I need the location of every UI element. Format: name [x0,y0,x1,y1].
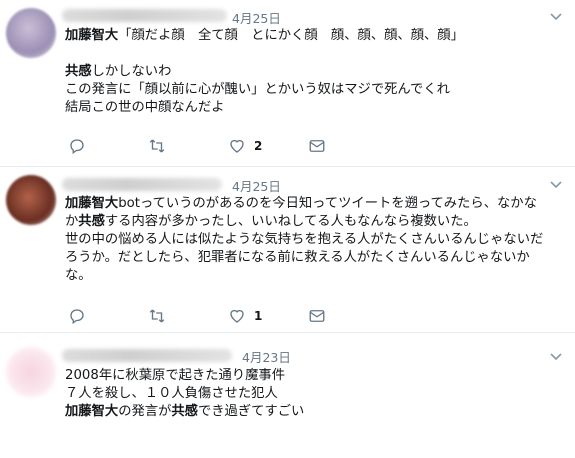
text-segment: 世の中の悩める人には似たような気持ちを抱える人がたくさんいるんじゃないだ [65,232,544,247]
tweet-actions: 2 [68,137,368,157]
reply-icon [70,309,84,325]
tweet-date[interactable]: 4月25日 [232,8,281,27]
highlighted-keyword: 共感 [171,404,198,419]
blurred-username [62,178,222,191]
text-segment: botっていうのがあるのを今日知ってツイートを遡ってみたら、なかな [118,196,537,211]
tweet[interactable]: 4月23日 2008年に秋葉原で起きた通り魔事件 ７人を殺し、１０人負傷させた犯人… [0,333,575,458]
text-segment: 2008年に秋葉原で起きた通り魔事件 [65,368,285,383]
tweet[interactable]: 4月25日 加藤智大「顔だよ顔 全て顔 とにかく顔 顔、顔、顔、顔、顔」 共感しか… [0,0,575,166]
chevron-down-icon[interactable] [549,179,563,189]
tweet-text-line: 加藤智大「顔だよ顔 全て顔 とにかく顔 顔、顔、顔、顔、顔」 [65,27,464,45]
like-button[interactable]: 1 [228,307,262,325]
message-button[interactable] [308,137,326,155]
tweet-date[interactable]: 4月25日 [232,176,281,195]
like-count: 2 [254,139,263,153]
envelope-icon [309,310,325,322]
like-count: 1 [254,309,263,323]
blurred-username [62,9,227,22]
tweet-text-line: 加藤智大botっていうのがあるのを今日知ってツイートを遡ってみたら、なかな [65,195,543,213]
highlighted-keyword: 加藤智大 [65,196,119,211]
text-segment: する内容が多かったし、いいねしてる人もなんなら複数いた。 [104,214,477,229]
heart-icon [230,139,244,153]
tweet-text-line: この発言に「顔以前に心が醜い」とかいう奴はマジで死んでくれ [65,81,464,99]
tweet-text: 2008年に秋葉原で起きた通り魔事件 ７人を殺し、１０人負傷させた犯人 加藤智大の発… [65,367,304,421]
avatar[interactable] [6,175,56,225]
avatar[interactable] [6,8,56,58]
text-segment: でき過ぎてすごい [197,404,305,419]
text-segment: な。 [65,268,92,283]
retweet-button[interactable] [148,137,166,155]
tweet[interactable]: 4月25日 加藤智大botっていうのがあるのを今日知ってツイートを遡ってみたら、… [0,167,575,332]
highlighted-keyword: 共感 [65,64,92,79]
message-button[interactable] [308,307,326,325]
text-segment: の発言が [118,404,172,419]
reply-button[interactable] [68,307,86,325]
like-button[interactable]: 2 [228,137,262,155]
tweet-text-line: 結局この世の中顔なんだよ [65,99,464,117]
highlighted-keyword: 加藤智大 [65,28,119,43]
tweet-text-line: 2008年に秋葉原で起きた通り魔事件 [65,367,304,385]
retweet-icon [149,309,165,323]
tweet-text: 加藤智大botっていうのがあるのを今日知ってツイートを遡ってみたら、なかな か共感… [65,195,543,285]
text-segment: か [65,214,79,229]
chevron-down-icon[interactable] [549,11,563,21]
avatar[interactable] [6,347,56,397]
tweet-text-line: 世の中の悩める人には似たような気持ちを抱える人がたくさんいるんじゃないだ [65,231,543,249]
tweet-text-line: 加藤智大の発言が共感でき過ぎてすごい [65,403,304,421]
tweet-date[interactable]: 4月23日 [242,347,291,366]
retweet-icon [149,139,165,153]
text-segment: この発言に「顔以前に心が醜い」とかいう奴はマジで死んでくれ [65,82,450,97]
text-segment: 結局この世の中顔なんだよ [65,100,225,115]
text-segment: しかしないわ [91,64,172,79]
blurred-username [62,349,232,362]
highlighted-keyword: 共感 [78,214,105,229]
tweet-text: 加藤智大「顔だよ顔 全て顔 とにかく顔 顔、顔、顔、顔、顔」 共感しかしないわ この… [65,27,464,117]
tweet-text-line: 共感しかしないわ [65,63,464,81]
reply-button[interactable] [68,137,86,155]
text-segment: ７人を殺し、１０人負傷させた犯人 [65,386,278,401]
chevron-down-icon[interactable] [549,351,563,361]
tweet-text-line: か共感する内容が多かったし、いいねしてる人もなんなら複数いた。 [65,213,543,231]
highlighted-keyword: 加藤智大 [65,404,119,419]
text-segment: ろうか。だとしたら、犯罪者になる前に救える人がたくさんいるんじゃないか [65,250,530,265]
heart-icon [230,309,244,323]
text-segment: 「顔だよ顔 全て顔 とにかく顔 顔、顔、顔、顔、顔」 [118,28,464,43]
tweet-text-line: な。 [65,267,543,285]
envelope-icon [309,140,325,152]
retweet-button[interactable] [148,307,166,325]
tweet-text-line: ろうか。だとしたら、犯罪者になる前に救える人がたくさんいるんじゃないか [65,249,543,267]
tweet-actions: 1 [68,307,368,327]
reply-icon [70,139,84,155]
tweet-text-line [65,45,464,63]
tweet-text-line: ７人を殺し、１０人負傷させた犯人 [65,385,304,403]
